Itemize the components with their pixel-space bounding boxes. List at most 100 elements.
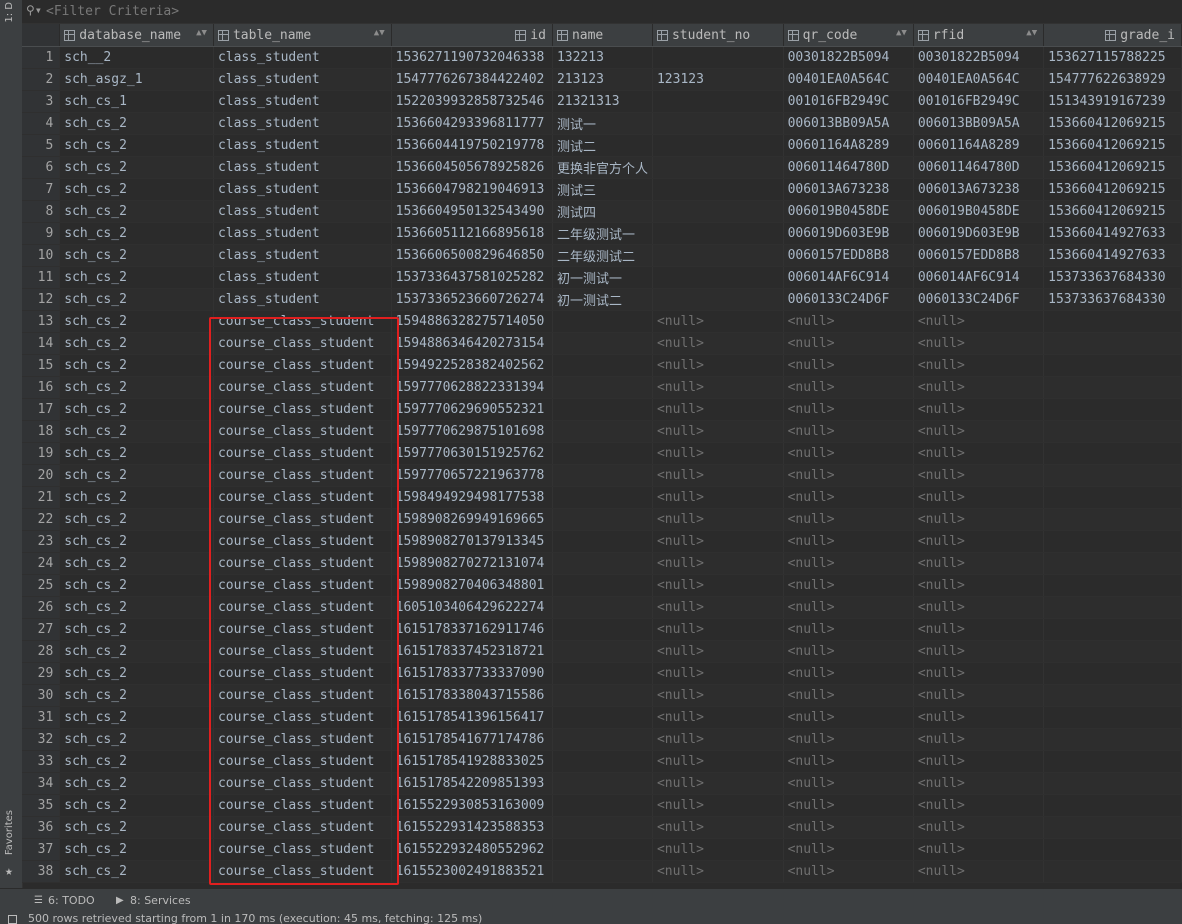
table-cell[interactable]: class_student	[213, 222, 392, 245]
table-row[interactable]: 30 sch_cs_2 course_class_student 1615178338…	[22, 684, 1182, 707]
table-cell[interactable]: 001016FB2949C	[783, 90, 914, 113]
table-cell[interactable]	[552, 464, 653, 487]
table-row[interactable]: 9 sch_cs_2 class_student 153660511216689561…	[22, 222, 1182, 245]
column-header-student-no[interactable]: student_no	[652, 24, 784, 47]
table-cell[interactable]: class_student	[213, 112, 392, 135]
table-cell[interactable]: <null>	[652, 376, 784, 399]
table-cell[interactable]: class_student	[213, 68, 392, 91]
table-cell[interactable]: class_student	[213, 200, 392, 223]
table-cell[interactable]	[552, 508, 653, 531]
table-cell[interactable]: <null>	[783, 860, 914, 883]
table-cell[interactable]: 123123	[652, 68, 784, 91]
table-cell[interactable]: <null>	[652, 332, 784, 355]
table-cell[interactable]: course_class_student	[213, 816, 392, 839]
table-row[interactable]: 14 sch_cs_2 course_class_student 1594886346…	[22, 332, 1182, 355]
table-row[interactable]: 10 sch_cs_2 class_student 15366065008296468…	[22, 244, 1182, 267]
table-cell[interactable]: <null>	[652, 662, 784, 685]
table-cell[interactable]: course_class_student	[213, 376, 392, 399]
table-cell[interactable]: sch_cs_2	[59, 266, 214, 289]
table-cell[interactable]	[552, 530, 653, 553]
table-cell[interactable]: 1594886328275714050	[391, 310, 553, 333]
table-cell[interactable]: 1615522930853163009	[391, 794, 553, 817]
table-cell[interactable]: <null>	[913, 662, 1045, 685]
table-cell[interactable]: course_class_student	[213, 442, 392, 465]
services-tool-button[interactable]: ▶ 8: Services	[116, 894, 191, 907]
table-cell[interactable]: <null>	[913, 420, 1045, 443]
table-cell[interactable]: <null>	[783, 750, 914, 773]
table-cell[interactable]	[652, 46, 784, 69]
table-cell[interactable]	[552, 376, 653, 399]
table-cell[interactable]: 1598494929498177538	[391, 486, 553, 509]
table-cell[interactable]: 006013BB09A5A	[913, 112, 1045, 135]
table-cell[interactable]	[1043, 574, 1182, 597]
table-cell[interactable]	[652, 222, 784, 245]
table-cell[interactable]: 1615178542209851393	[391, 772, 553, 795]
table-cell[interactable]: 二年级测试一	[552, 222, 653, 245]
table-cell[interactable]: <null>	[913, 706, 1045, 729]
table-cell[interactable]: sch_cs_2	[59, 376, 214, 399]
table-cell[interactable]: <null>	[652, 860, 784, 883]
table-cell[interactable]: <null>	[652, 640, 784, 663]
table-cell[interactable]: sch_cs_2	[59, 156, 214, 179]
table-cell[interactable]: class_student	[213, 288, 392, 311]
table-cell[interactable]: 1615178337733337090	[391, 662, 553, 685]
table-row[interactable]: 21 sch_cs_2 course_class_student 1598494929…	[22, 486, 1182, 509]
table-cell[interactable]	[1043, 662, 1182, 685]
table-cell[interactable]	[552, 618, 653, 641]
table-cell[interactable]: <null>	[913, 684, 1045, 707]
table-cell[interactable]: course_class_student	[213, 574, 392, 597]
table-cell[interactable]: sch_cs_2	[59, 684, 214, 707]
table-cell[interactable]: 1598908270406348801	[391, 574, 553, 597]
table-cell[interactable]: <null>	[652, 574, 784, 597]
table-cell[interactable]: 1594886346420273154	[391, 332, 553, 355]
table-cell[interactable]: sch_cs_2	[59, 574, 214, 597]
table-cell[interactable]	[552, 310, 653, 333]
table-cell[interactable]: 1615523002491883521	[391, 860, 553, 883]
table-cell[interactable]: course_class_student	[213, 794, 392, 817]
table-row[interactable]: 22 sch_cs_2 course_class_student 1598908269…	[22, 508, 1182, 531]
table-cell[interactable]	[552, 662, 653, 685]
table-cell[interactable]: 1598908270272131074	[391, 552, 553, 575]
table-row[interactable]: 11 sch_cs_2 class_student 15373364375810252…	[22, 266, 1182, 289]
table-cell[interactable]: <null>	[652, 816, 784, 839]
table-row[interactable]: 37 sch_cs_2 course_class_student 1615522932…	[22, 838, 1182, 861]
table-cell[interactable]: sch_asgz_1	[59, 68, 214, 91]
table-cell[interactable]	[1043, 596, 1182, 619]
table-cell[interactable]: course_class_student	[213, 860, 392, 883]
table-row[interactable]: 5 sch_cs_2 class_student 153660441975021977…	[22, 134, 1182, 157]
table-cell[interactable]: 1536604798219046913	[391, 178, 553, 201]
table-cell[interactable]: <null>	[913, 486, 1045, 509]
table-cell[interactable]: <null>	[913, 552, 1045, 575]
column-header-table-name[interactable]: table_name ▲▼	[213, 24, 392, 47]
table-cell[interactable]: 测试二	[552, 134, 653, 157]
todo-tool-button[interactable]: ☰ 6: TODO	[34, 894, 95, 907]
sort-icon[interactable]: ▲▼	[196, 28, 207, 38]
table-cell[interactable]: <null>	[783, 530, 914, 553]
table-cell[interactable]: 1615178541928833025	[391, 750, 553, 773]
table-cell[interactable]: sch_cs_2	[59, 838, 214, 861]
table-cell[interactable]: <null>	[783, 486, 914, 509]
table-cell[interactable]: 1547776267384422402	[391, 68, 553, 91]
table-cell[interactable]: 154777622638929	[1043, 68, 1182, 91]
table-cell[interactable]: sch_cs_2	[59, 508, 214, 531]
table-cell[interactable]: course_class_student	[213, 838, 392, 861]
table-cell[interactable]: sch_cs_2	[59, 772, 214, 795]
table-cell[interactable]: sch_cs_2	[59, 200, 214, 223]
table-cell[interactable]: <null>	[652, 420, 784, 443]
table-cell[interactable]: sch_cs_2	[59, 816, 214, 839]
table-cell[interactable]	[1043, 816, 1182, 839]
table-cell[interactable]: 1597770657221963778	[391, 464, 553, 487]
table-cell[interactable]	[1043, 464, 1182, 487]
table-cell[interactable]: 1615178541396156417	[391, 706, 553, 729]
table-row[interactable]: 28 sch_cs_2 course_class_student 1615178337…	[22, 640, 1182, 663]
table-cell[interactable]: <null>	[652, 354, 784, 377]
database-panel-tab[interactable]: 1: D	[4, 2, 15, 23]
table-cell[interactable]: 1615178338043715586	[391, 684, 553, 707]
table-row[interactable]: 7 sch_cs_2 class_student 153660479821904691…	[22, 178, 1182, 201]
table-cell[interactable]: 更换非官方个人	[552, 156, 653, 179]
table-cell[interactable]: <null>	[913, 332, 1045, 355]
table-cell[interactable]: sch_cs_2	[59, 794, 214, 817]
table-cell[interactable]	[1043, 706, 1182, 729]
table-cell[interactable]: 006013A673238	[913, 178, 1045, 201]
table-cell[interactable]: <null>	[783, 838, 914, 861]
